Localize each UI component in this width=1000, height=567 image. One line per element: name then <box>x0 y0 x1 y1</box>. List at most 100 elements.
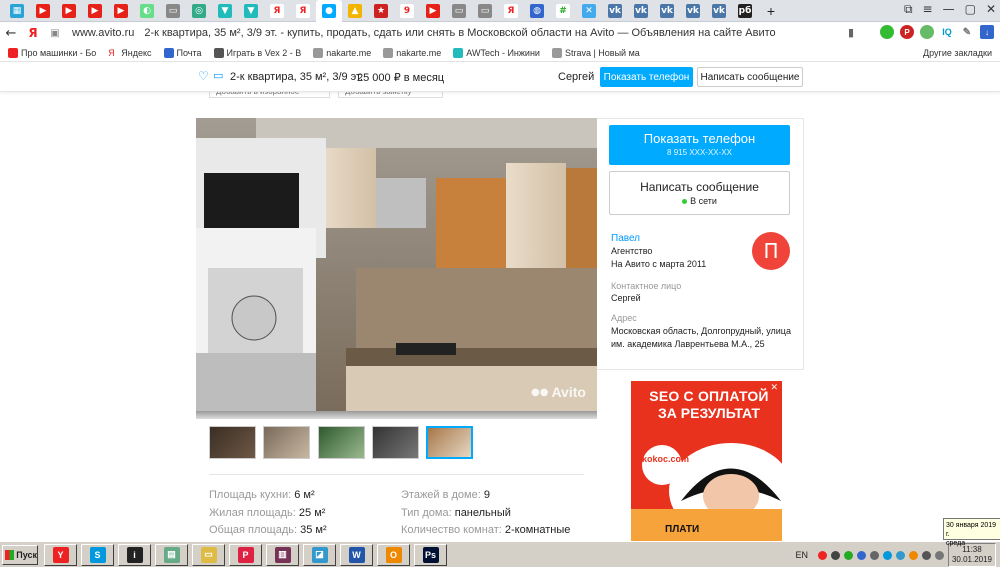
tray-icon-2[interactable] <box>831 550 840 560</box>
thumbnail-4[interactable] <box>372 426 419 459</box>
bookmark-icon[interactable]: ▮ <box>848 26 854 39</box>
thumbnail-3[interactable] <box>318 426 365 459</box>
browser-tab-3[interactable]: ▶ <box>56 1 82 21</box>
youtube-icon: ▶ <box>426 3 440 18</box>
taskbar-app-button[interactable]: ▭ <box>192 543 225 566</box>
yandex-home-icon[interactable]: Я <box>22 26 44 40</box>
bookmark-item[interactable]: nakarte.me <box>383 47 441 58</box>
taskbar-app-button[interactable]: ▥ <box>266 543 299 566</box>
bookmark-item[interactable]: Играть в Vex 2 - В <box>213 47 301 58</box>
taskbar-app-button[interactable]: ▤ <box>155 543 188 566</box>
browser-tab-9[interactable]: ▼ <box>212 1 238 21</box>
thumbnail-5-selected[interactable] <box>426 426 473 459</box>
browser-tab-1[interactable]: ▦ <box>4 1 30 21</box>
tray-icon-3[interactable] <box>844 550 853 560</box>
maximize-icon[interactable]: ▢ <box>965 2 976 17</box>
thumbnail-1[interactable] <box>209 426 256 459</box>
taskbar-app-button[interactable]: S <box>81 543 114 566</box>
seller-avatar[interactable]: П <box>752 232 790 270</box>
tray-icon-6[interactable] <box>883 550 892 560</box>
pinterest-icon[interactable]: P <box>900 25 914 39</box>
browser-tab-8[interactable]: ◎ <box>186 1 212 21</box>
volume-icon[interactable] <box>935 550 944 560</box>
download-icon[interactable]: ↓ <box>980 25 994 39</box>
tray-icon-4[interactable] <box>857 550 866 560</box>
browser-tab-2[interactable]: ▶ <box>30 1 56 21</box>
favorite-icon[interactable]: ♡ <box>198 69 209 83</box>
taskbar-app-button[interactable]: i <box>118 543 151 566</box>
browser-tab-6[interactable]: ◐ <box>134 1 160 21</box>
browser-tab-4[interactable]: ▶ <box>82 1 108 21</box>
browser-tab-7[interactable]: ▭ <box>160 1 186 21</box>
calculator-icon: ▤ <box>163 546 180 563</box>
extension-cloud-icon[interactable] <box>920 25 934 39</box>
browser-tab-23[interactable]: ✕ <box>576 1 602 21</box>
new-tab-button[interactable]: + <box>758 1 784 21</box>
browser-tab-25[interactable]: vk <box>628 1 654 21</box>
sticky-show-phone-button[interactable]: Показать телефон <box>600 67 693 87</box>
browser-tab-11[interactable]: Я <box>264 1 290 21</box>
bookmark-favicon-icon <box>8 47 18 58</box>
bookmark-item[interactable]: Про машинки - Бо <box>8 47 96 58</box>
taskbar-app-button[interactable]: ◪ <box>303 543 336 566</box>
seller-name-link[interactable]: Павел <box>611 233 640 244</box>
browser-tab-21[interactable]: ◍ <box>524 1 550 21</box>
bookmark-item[interactable]: AWTech - Инжини <box>453 47 540 58</box>
show-phone-button[interactable]: Показать телефон 8 915 XXX-XX-XX <box>609 125 790 165</box>
language-indicator[interactable]: EN <box>795 550 808 560</box>
thumbnail-2[interactable] <box>263 426 310 459</box>
browser-tab-18[interactable]: ▭ <box>446 1 472 21</box>
menu-icon[interactable]: ≡ <box>923 2 933 17</box>
browser-tab-26[interactable]: vk <box>654 1 680 21</box>
browser-tab-28[interactable]: vk <box>706 1 732 21</box>
browser-tab-12[interactable]: Я <box>290 1 316 21</box>
url-host[interactable]: www.avito.ru <box>72 27 134 39</box>
note-icon[interactable]: ▭ <box>213 69 223 82</box>
sticky-user-name[interactable]: Сергей <box>558 71 594 83</box>
tray-icon-1[interactable] <box>818 550 827 560</box>
browser-tab-14[interactable]: ▲ <box>342 1 368 21</box>
pin-icon[interactable]: ✎ <box>960 25 974 39</box>
bookmark-item[interactable]: Strava | Новый ма <box>551 47 640 58</box>
sticky-write-message-button[interactable]: Написать сообщение <box>697 67 803 87</box>
browser-tab-13[interactable]: ● <box>316 0 342 22</box>
browser-tab-20[interactable]: Я <box>498 1 524 21</box>
browser-tab-19[interactable]: ▭ <box>472 1 498 21</box>
browser-tab-10[interactable]: ▼ <box>238 1 264 21</box>
other-bookmarks[interactable]: Другие закладки <box>923 48 992 58</box>
browser-tab-15[interactable]: ★ <box>368 1 394 21</box>
vk-icon: vk <box>608 3 622 18</box>
close-window-icon[interactable]: ✕ <box>986 2 996 17</box>
advertisement-banner[interactable]: ✕ SEO С ОПЛАТОЙ ЗА РЕЗУЛЬТАТ kokoc.com П… <box>631 381 782 541</box>
iq-icon[interactable]: IQ <box>940 25 954 39</box>
listing-main-photo[interactable]: ●● Avito <box>196 118 597 411</box>
taskbar-app-button[interactable]: P <box>229 543 262 566</box>
bookmarks-bar: Про машинки - Бо Я Яндекс Почта Играть в Vex… <box>0 44 1000 62</box>
minimize-icon[interactable]: — <box>943 2 955 17</box>
tray-icon-5[interactable] <box>870 550 879 560</box>
bookmark-item[interactable]: Я Яндекс <box>108 47 152 58</box>
browser-tab-5[interactable]: ▶ <box>108 1 134 21</box>
browser-tab-17[interactable]: ▶ <box>420 1 446 21</box>
tray-icon-7[interactable] <box>896 550 905 560</box>
taskbar-app-button[interactable]: W <box>340 543 373 566</box>
tabs-list-icon[interactable]: ⧉ <box>904 2 913 17</box>
bookmark-item[interactable]: Почта <box>163 47 202 58</box>
browser-tab-22[interactable]: # <box>550 1 576 21</box>
browser-tab-16[interactable]: 9 <box>394 1 420 21</box>
start-button[interactable]: Пуск <box>2 544 38 565</box>
url-page-title[interactable]: 2-к квартира, 35 м², 3/9 эт. - купить, п… <box>144 27 775 39</box>
taskbar-app-button[interactable]: Y <box>44 543 77 566</box>
browser-tab-29[interactable]: рб <box>732 1 758 21</box>
taskbar-app-button[interactable]: O <box>377 543 410 566</box>
tray-icon-9[interactable] <box>922 550 931 560</box>
back-icon[interactable]: ← <box>0 26 22 41</box>
taskbar-app-button[interactable]: Ps <box>414 543 447 566</box>
image-viewer-icon: ◪ <box>311 546 328 563</box>
write-message-button[interactable]: Написать сообщение В сети <box>609 171 790 215</box>
bookmark-item[interactable]: nakarte.me <box>313 47 371 58</box>
browser-tab-27[interactable]: vk <box>680 1 706 21</box>
extension-green-icon[interactable] <box>880 25 894 39</box>
tray-icon-8[interactable] <box>909 550 918 560</box>
browser-tab-24[interactable]: vk <box>602 1 628 21</box>
